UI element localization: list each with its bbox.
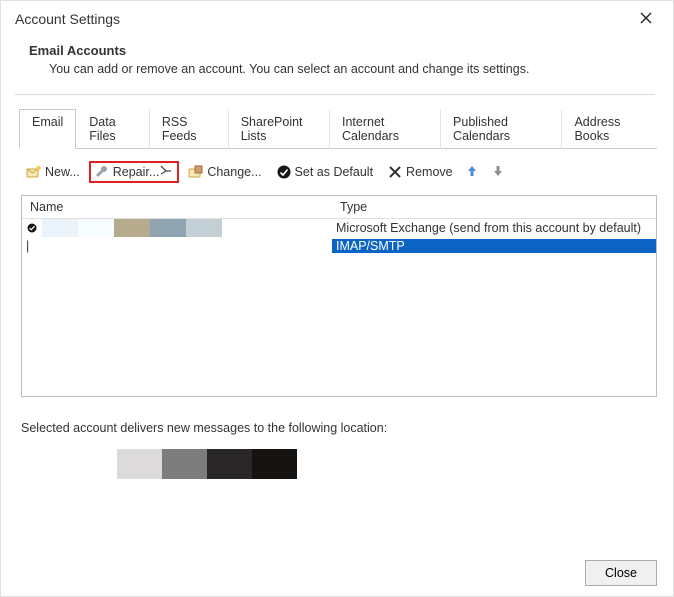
tab-address-books[interactable]: Address Books <box>561 109 657 149</box>
tab-internet-calendars[interactable]: Internet Calendars <box>329 109 440 149</box>
wrench-icon <box>94 164 110 180</box>
x-icon <box>387 164 403 180</box>
section-description: You can add or remove an account. You ca… <box>49 62 657 76</box>
close-icon[interactable] <box>633 11 659 25</box>
account-type: Microsoft Exchange (send from this accou… <box>332 221 656 235</box>
delivery-location-redacted <box>117 449 297 479</box>
account-type: IMAP/SMTP <box>332 239 656 253</box>
tab-strip: Email Data Files RSS Feeds SharePoint Li… <box>19 109 657 149</box>
default-check-icon <box>26 222 38 234</box>
tab-sharepoint-lists[interactable]: SharePoint Lists <box>228 109 329 149</box>
section-title: Email Accounts <box>29 43 657 58</box>
repair-label: Repair... <box>113 165 160 179</box>
divider <box>15 94 655 95</box>
account-row[interactable]: | IMAP/SMTP <box>22 237 656 255</box>
tab-email[interactable]: Email <box>19 109 76 149</box>
toolbar: New... Repair... Change... Set as Defaul… <box>21 155 657 189</box>
set-default-button[interactable]: Set as Default <box>271 161 379 183</box>
text-cursor: | <box>26 239 42 253</box>
account-row[interactable]: Microsoft Exchange (send from this accou… <box>22 219 656 237</box>
window-title: Account Settings <box>15 11 120 27</box>
delivery-location-label: Selected account delivers new messages t… <box>21 421 657 435</box>
account-name-redacted <box>42 219 258 237</box>
change-icon <box>188 164 204 180</box>
envelope-new-icon <box>26 164 42 180</box>
move-up-button[interactable] <box>462 161 484 183</box>
col-header-name[interactable]: Name <box>22 196 332 218</box>
move-down-button[interactable] <box>488 161 510 183</box>
set-default-label: Set as Default <box>295 165 374 179</box>
check-circle-icon <box>276 164 292 180</box>
tab-data-files[interactable]: Data Files <box>76 109 149 149</box>
change-button[interactable]: Change... <box>183 161 266 183</box>
repair-button[interactable]: Repair... <box>89 161 180 183</box>
new-button[interactable]: New... <box>21 161 85 183</box>
tab-rss-feeds[interactable]: RSS Feeds <box>149 109 228 149</box>
arrow-up-icon <box>465 164 481 180</box>
list-header: Name Type <box>22 196 656 219</box>
remove-button[interactable]: Remove <box>382 161 458 183</box>
new-label: New... <box>45 165 80 179</box>
close-button[interactable]: Close <box>585 560 657 586</box>
arrow-down-icon <box>491 164 507 180</box>
change-label: Change... <box>207 165 261 179</box>
account-list[interactable]: Name Type Microsoft Exchange (send from … <box>21 195 657 397</box>
col-header-type[interactable]: Type <box>332 196 656 218</box>
tab-published-calendars[interactable]: Published Calendars <box>440 109 561 149</box>
remove-label: Remove <box>406 165 453 179</box>
